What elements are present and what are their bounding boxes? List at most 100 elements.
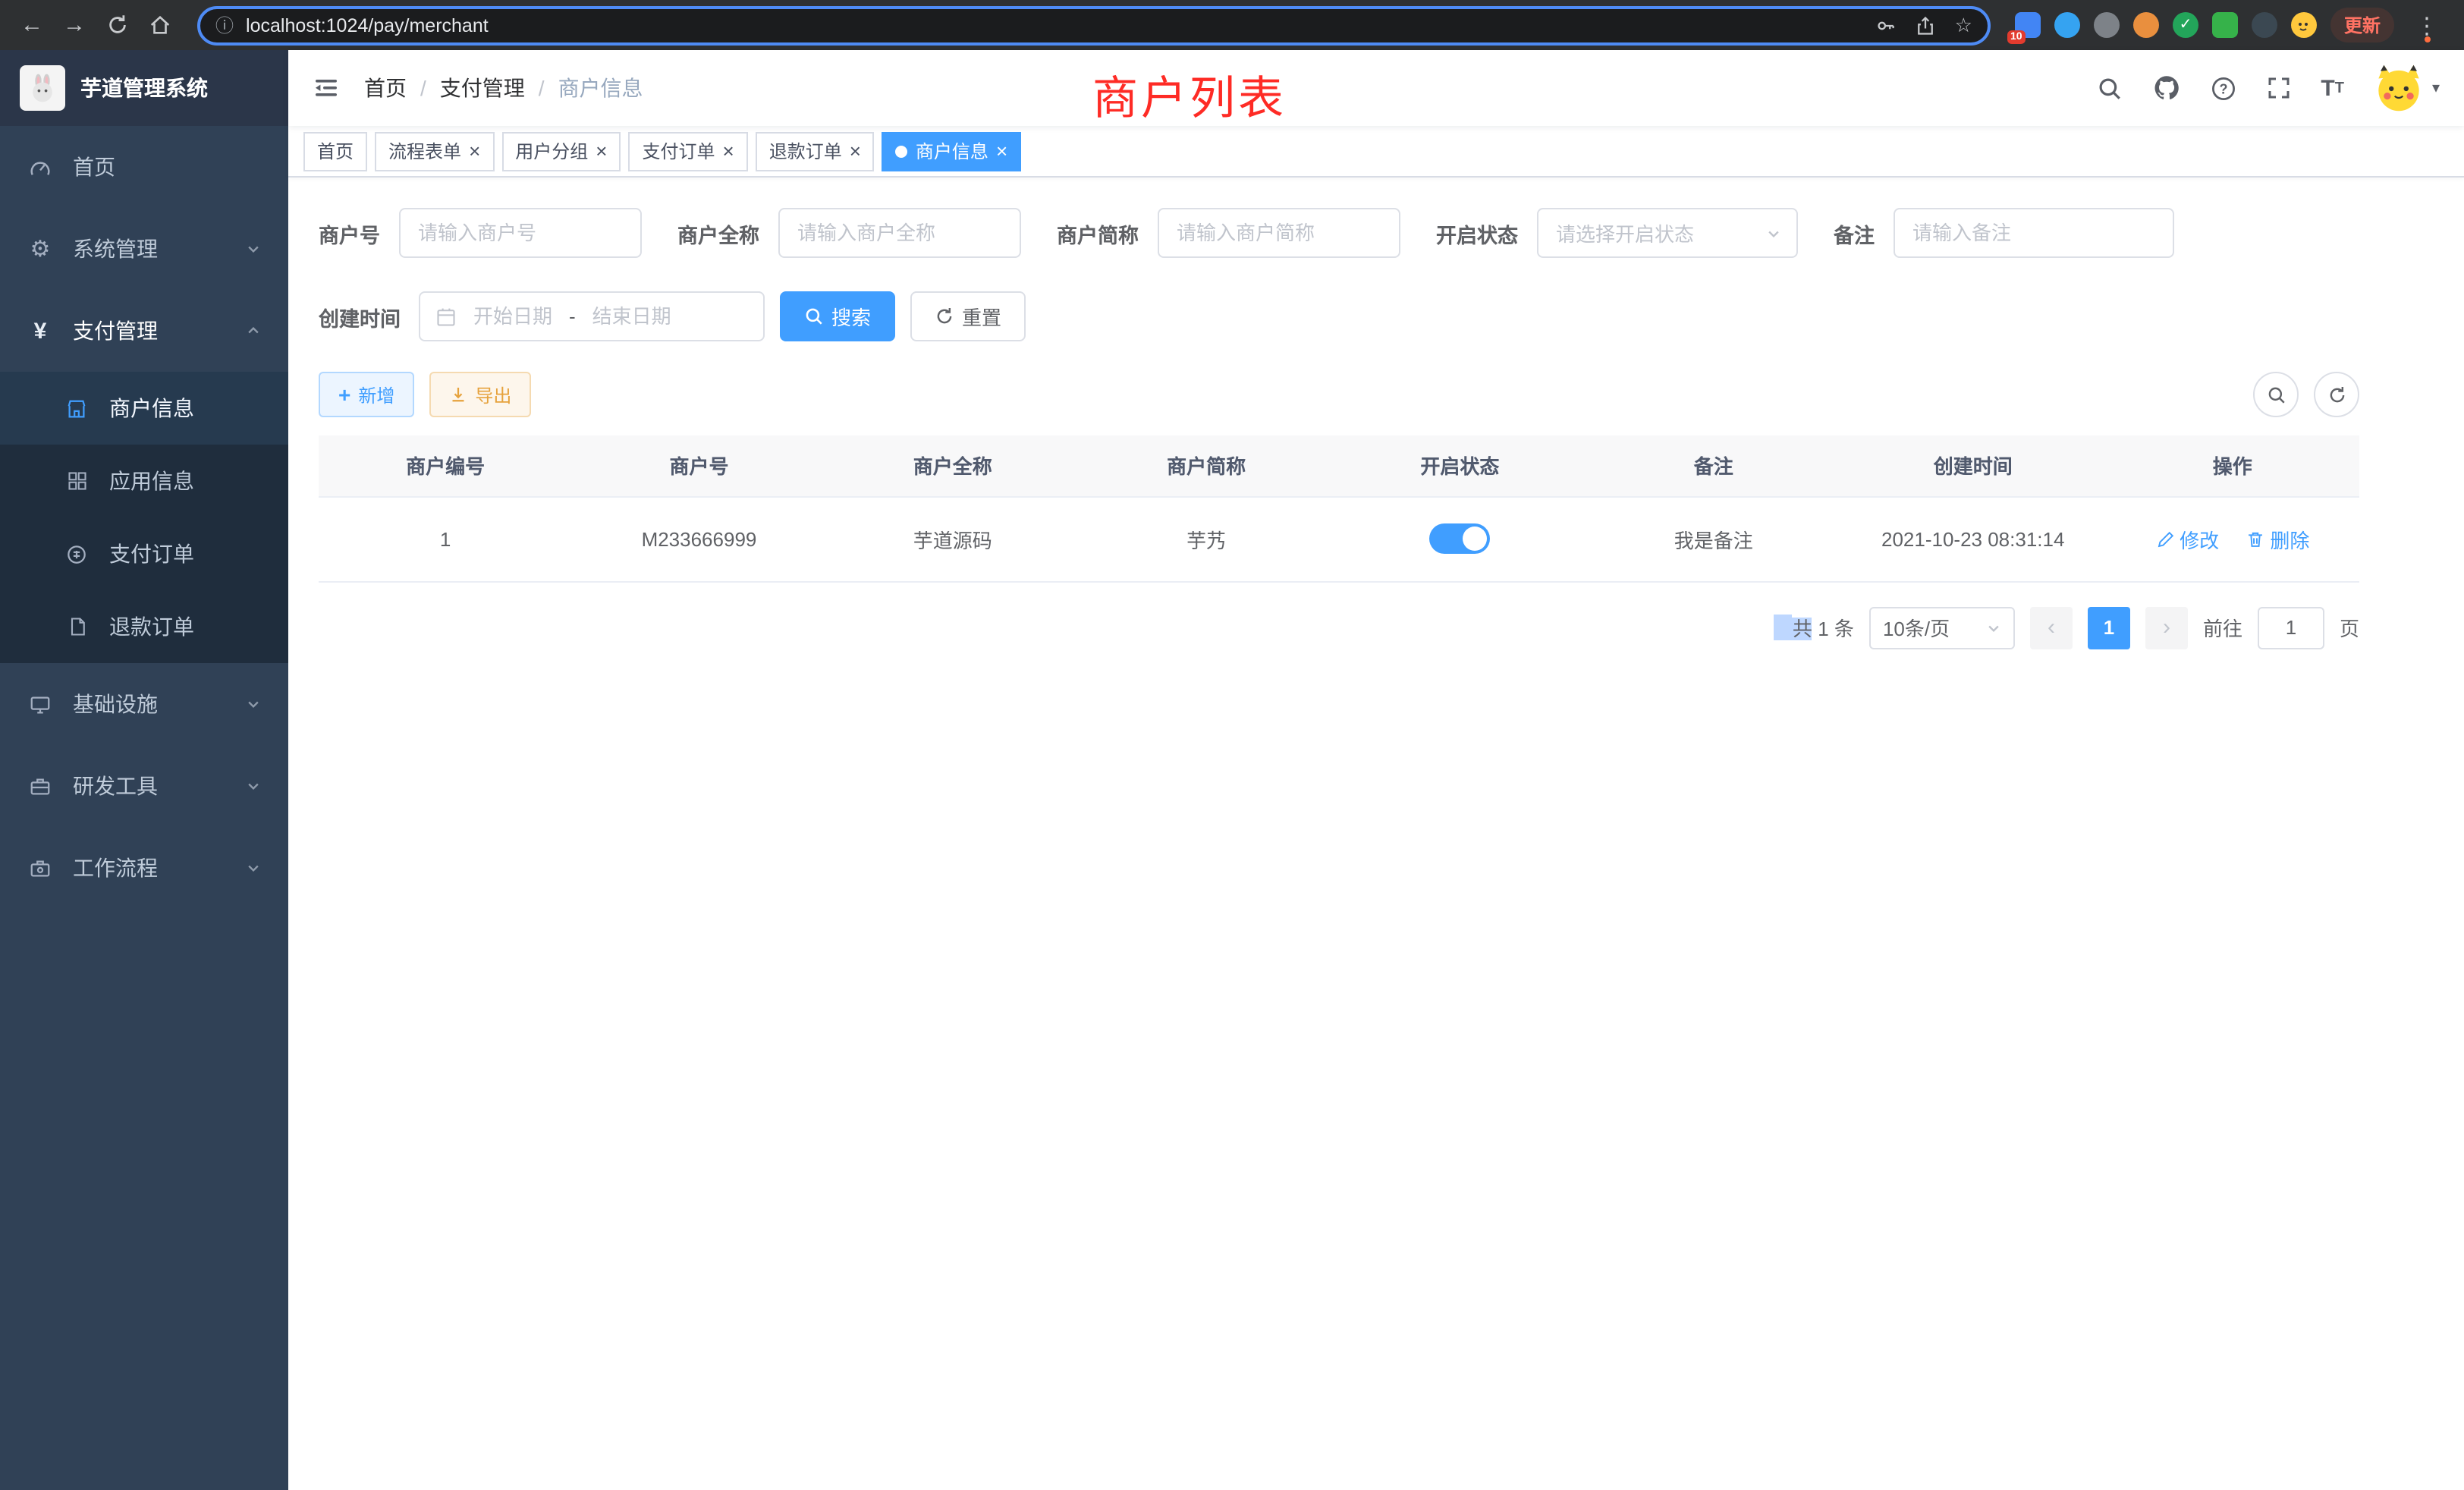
sidebar-item-dev-tools[interactable]: 研发工具 (0, 745, 288, 827)
fullscreen-icon[interactable] (2266, 76, 2290, 100)
add-button[interactable]: + 新增 (319, 372, 414, 417)
status-select[interactable]: 请选择开启状态 (1536, 208, 1797, 258)
field-label: 备注 (1834, 218, 1875, 248)
close-icon[interactable]: × (596, 141, 607, 161)
page-number-1[interactable]: 1 (2088, 606, 2130, 649)
end-date-input[interactable] (582, 305, 682, 328)
tab-refund-order[interactable]: 退款订单 × (756, 131, 875, 171)
column-header: 创建时间 (1840, 435, 2106, 496)
column-header: 商户号 (572, 435, 825, 496)
cell-operations: 修改 删除 (2106, 496, 2359, 581)
address-bar[interactable]: ⓘ localhost:1024/pay/merchant ☆ (197, 5, 1991, 45)
extension-icon-6[interactable] (2212, 12, 2238, 38)
refresh-button[interactable] (2314, 372, 2359, 417)
sidebar-item-payment[interactable]: ¥ 支付管理 (0, 290, 288, 372)
sidebar-item-refund-order[interactable]: 退款订单 (0, 590, 288, 663)
prev-page-button[interactable]: ‹ (2030, 606, 2073, 649)
cell-create-time: 2021-10-23 08:31:14 (1840, 496, 2106, 581)
extension-icon-1[interactable]: 10 (2015, 12, 2041, 38)
tab-process-form[interactable]: 流程表单 × (375, 131, 494, 171)
sidebar-item-workflow[interactable]: 工作流程 (0, 827, 288, 909)
date-range-picker[interactable]: - (419, 291, 765, 341)
sidebar-item-merchant-info[interactable]: 商户信息 (0, 372, 288, 445)
table-header-row: 商户编号 商户号 商户全称 商户简称 开启状态 备注 创建时间 操作 (319, 435, 2359, 496)
tags-view: 首页 流程表单 × 用户分组 × 支付订单 × 退款订单 × (288, 126, 2464, 178)
breadcrumb-payment[interactable]: 支付管理 (440, 73, 525, 103)
sidebar-item-pay-order[interactable]: 支付订单 (0, 517, 288, 590)
cell-merchant-no: M233666999 (572, 496, 825, 581)
extension-icon-7[interactable] (2252, 12, 2277, 38)
sidebar-item-system[interactable]: ⚙ 系统管理 (0, 208, 288, 290)
toggle-search-button[interactable] (2253, 372, 2299, 417)
close-icon[interactable]: × (850, 141, 861, 161)
export-button[interactable]: 导出 (429, 372, 531, 417)
browser-extensions-area: 10 ✓ 更新 ⋮ (2009, 8, 2452, 42)
merchant-short-input[interactable] (1157, 208, 1400, 258)
filter-row-2: 创建时间 - 搜索 (319, 291, 2359, 341)
page-size-select[interactable]: 10条/页 (1869, 606, 2015, 649)
sidebar-item-app-info[interactable]: 应用信息 (0, 445, 288, 517)
tab-label: 用户分组 (515, 138, 588, 164)
browser-menu-icon[interactable]: ⋮ (2408, 11, 2446, 39)
tab-pay-order[interactable]: 支付订单 × (628, 131, 747, 171)
tab-home[interactable]: 首页 (303, 131, 367, 171)
svg-text:?: ? (2219, 80, 2227, 96)
menu-label: 基础设施 (73, 689, 158, 719)
breadcrumb-home[interactable]: 首页 (364, 73, 407, 103)
password-key-icon[interactable] (1876, 14, 1897, 36)
browser-back-icon[interactable]: ← (12, 5, 52, 45)
delete-link[interactable]: 删除 (2246, 524, 2309, 553)
bookmark-star-icon[interactable]: ☆ (1955, 13, 1972, 37)
browser-forward-icon[interactable]: → (55, 5, 94, 45)
remark-input[interactable] (1893, 208, 2173, 258)
tab-label: 首页 (317, 138, 354, 164)
goto-label: 前往 (2203, 613, 2242, 642)
extension-icon-8[interactable] (2291, 12, 2317, 38)
sidebar-logo[interactable]: 芋道管理系统 (0, 50, 288, 126)
merchant-name-input[interactable] (778, 208, 1020, 258)
search-button[interactable]: 搜索 (780, 291, 895, 341)
app-frame: 芋道管理系统 首页 ⚙ 系统管理 ¥ 支付管理 (0, 50, 2464, 1490)
close-icon[interactable]: × (469, 141, 480, 161)
gear-icon: ⚙ (27, 235, 53, 262)
start-date-input[interactable] (463, 305, 563, 328)
extension-icon-4[interactable] (2133, 12, 2159, 38)
reset-button[interactable]: 重置 (910, 291, 1026, 341)
goto-page-input[interactable] (2258, 606, 2324, 649)
text-selection-block (1774, 615, 1793, 640)
share-icon[interactable] (1916, 14, 1937, 36)
site-info-icon[interactable]: ⓘ (215, 12, 234, 38)
column-header: 商户全称 (826, 435, 1080, 496)
github-icon[interactable] (2152, 74, 2180, 102)
browser-update-button[interactable]: 更新 (2330, 8, 2394, 42)
pay-order-icon (64, 542, 90, 565)
tab-user-group[interactable]: 用户分组 × (501, 131, 621, 171)
help-icon[interactable]: ? (2210, 75, 2236, 101)
sidebar-item-home[interactable]: 首页 (0, 126, 288, 208)
column-header: 备注 (1587, 435, 1840, 496)
table-row: 1 M233666999 芋道源码 芋艿 我是备注 2021-10-23 08:… (319, 496, 2359, 581)
extension-icon-5[interactable]: ✓ (2173, 12, 2198, 38)
font-size-icon[interactable]: TT (2321, 75, 2344, 101)
next-page-button[interactable]: › (2145, 606, 2188, 649)
pagination: 共 1 条 10条/页 ‹ 1 › 前往 页 (319, 606, 2359, 649)
sidebar-item-infrastructure[interactable]: 基础设施 (0, 663, 288, 745)
status-toggle[interactable] (1429, 523, 1490, 554)
tab-merchant-info-active[interactable]: 商户信息 × (882, 131, 1021, 171)
browser-home-icon[interactable] (140, 5, 179, 45)
browser-reload-icon[interactable] (97, 5, 137, 45)
menu-label: 支付管理 (73, 316, 158, 346)
chevron-down-icon (1986, 620, 2001, 635)
page-content: 商户号 商户全称 商户简称 开启状态 请选择开启状态 (288, 178, 2390, 679)
close-icon[interactable]: × (723, 141, 734, 161)
hamburger-icon[interactable] (288, 74, 364, 102)
user-avatar[interactable]: ▾ (2374, 64, 2440, 112)
close-icon[interactable]: × (996, 141, 1007, 161)
extension-icon-2[interactable] (2054, 12, 2080, 38)
cell-merchant-id: 1 (319, 496, 572, 581)
edit-link[interactable]: 修改 (2155, 524, 2219, 553)
merchant-no-input[interactable] (398, 208, 641, 258)
search-icon[interactable] (2096, 75, 2122, 101)
update-indicator-dot (2424, 36, 2430, 42)
extension-icon-3[interactable] (2094, 12, 2120, 38)
